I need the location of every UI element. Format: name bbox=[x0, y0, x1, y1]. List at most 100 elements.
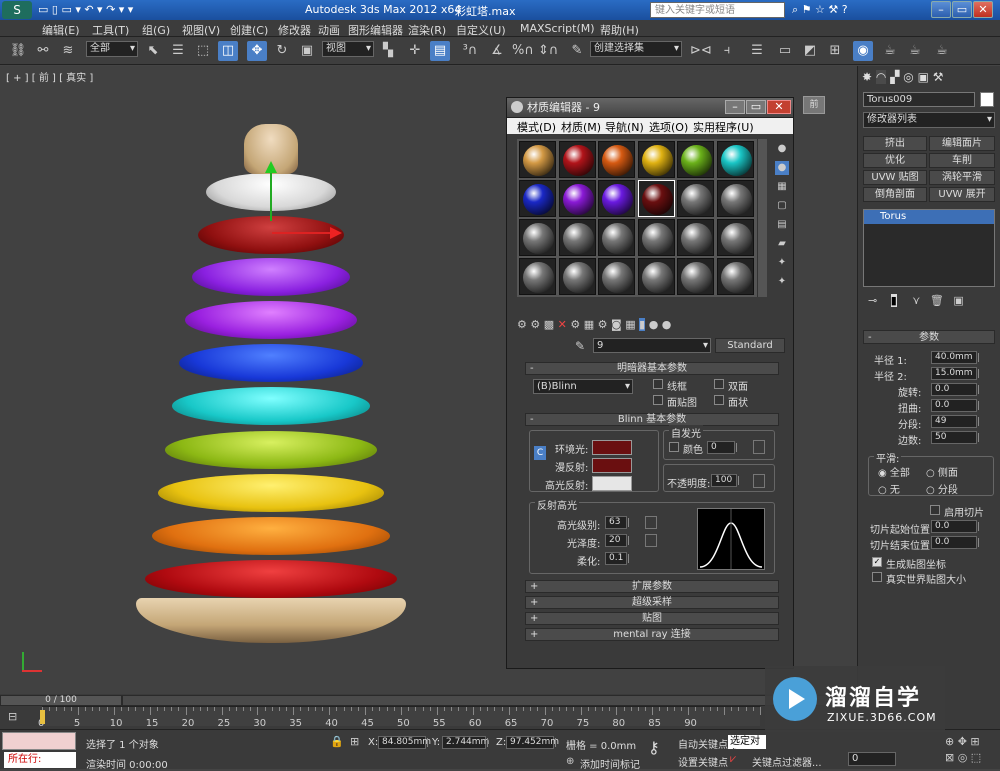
put-to-library-icon[interactable]: ⚙ bbox=[598, 318, 608, 331]
reference-coord-dropdown[interactable]: 视图 bbox=[322, 41, 374, 57]
self-illum-color-checkbox[interactable] bbox=[669, 442, 679, 452]
motion-tab-icon[interactable]: ◎ bbox=[903, 70, 913, 84]
percent-snap-icon[interactable]: %∩ bbox=[512, 41, 534, 61]
menu-edit[interactable]: 编辑(E) bbox=[42, 22, 80, 38]
layer-manager-icon[interactable]: ☰ bbox=[747, 41, 767, 61]
me-scrollbar[interactable] bbox=[757, 139, 767, 297]
assign-to-selection-icon[interactable]: ▩ bbox=[544, 318, 554, 331]
supersampling-rollout[interactable]: + 超级采样 bbox=[525, 596, 779, 609]
bind-space-warp-icon[interactable]: ≋ bbox=[58, 41, 78, 61]
gizmo-x-axis[interactable] bbox=[272, 232, 332, 234]
real-world-checkbox[interactable] bbox=[872, 572, 882, 582]
show-end-result-icon[interactable]: ▮ bbox=[639, 318, 646, 331]
object-name-field[interactable]: Torus009 bbox=[863, 92, 975, 107]
make-unique-stack-icon[interactable]: ⋎ bbox=[912, 294, 920, 307]
specular-color-swatch[interactable] bbox=[592, 476, 632, 491]
search-input[interactable]: 键入关键字或短语 bbox=[650, 2, 785, 18]
align-icon[interactable]: ⫞ bbox=[717, 41, 737, 61]
smooth-segments-radio[interactable]: ○ 分段 bbox=[926, 481, 958, 496]
sample-slot[interactable] bbox=[677, 141, 714, 178]
mini-curve-icon[interactable]: ⊟ bbox=[8, 710, 17, 723]
shader-type-dropdown[interactable]: (B)Blinn bbox=[533, 379, 633, 394]
tower-base[interactable] bbox=[136, 598, 406, 643]
close-button[interactable]: ✕ bbox=[973, 1, 993, 18]
material-editor-window[interactable]: 材质编辑器 - 9 – ▭ ✕ 模式(D) 材质(M) 导航(N) 选项(O) … bbox=[506, 97, 794, 669]
select-by-name-icon[interactable]: ☰ bbox=[168, 41, 188, 61]
go-sibling-icon[interactable]: ● bbox=[662, 318, 672, 331]
menu-graph-editors[interactable]: 图形编辑器 bbox=[348, 22, 403, 38]
slice-on-checkbox[interactable] bbox=[930, 505, 940, 515]
mental-ray-rollout[interactable]: + mental ray 连接 bbox=[525, 628, 779, 641]
video-color-check-icon[interactable]: ▤ bbox=[775, 218, 789, 232]
configure-sets-icon[interactable]: ▣ bbox=[953, 294, 963, 307]
make-unique-icon[interactable]: ▦ bbox=[584, 318, 594, 331]
slice-to-spinner[interactable]: 0.0 bbox=[931, 536, 979, 549]
lock-selection-icon[interactable]: 🔒 bbox=[330, 735, 344, 748]
modifier-btn-edit-patch[interactable]: 编辑面片 bbox=[929, 136, 995, 151]
backlight-icon[interactable]: ● bbox=[775, 161, 789, 175]
rect-select-icon[interactable]: ⬚ bbox=[193, 41, 213, 61]
quick-access-toolbar[interactable]: ▭ ▯ ▭ ▾ ↶ ▾ ↷ ▾ ▾ bbox=[38, 3, 133, 16]
sample-slot[interactable] bbox=[558, 258, 596, 295]
modifier-stack-item-torus[interactable]: Torus bbox=[864, 210, 994, 224]
modifier-btn-turbosmooth[interactable]: 涡轮平滑 bbox=[929, 170, 995, 185]
segments-spinner[interactable]: 49 bbox=[931, 415, 979, 428]
x-coord-field[interactable]: 84.805mm bbox=[378, 736, 431, 749]
ambient-color-swatch[interactable] bbox=[592, 440, 632, 455]
sample-slot[interactable] bbox=[716, 258, 754, 295]
time-slider-track[interactable] bbox=[122, 695, 857, 706]
add-time-tag-icon[interactable]: ⊕ bbox=[566, 756, 574, 767]
sample-type-icon[interactable]: ● bbox=[775, 142, 789, 156]
sample-slot[interactable] bbox=[637, 219, 675, 256]
smooth-none-radio[interactable]: ○ 无 bbox=[878, 481, 900, 496]
pivot-icon[interactable]: ▚ bbox=[378, 41, 398, 61]
gizmo-y-axis[interactable] bbox=[270, 166, 272, 221]
sample-slot[interactable] bbox=[519, 258, 556, 295]
parameters-rollout[interactable]: - 参数 bbox=[863, 330, 995, 344]
twist-spinner[interactable]: 0.0 bbox=[931, 399, 979, 412]
select-object-icon[interactable]: ⬉ bbox=[143, 41, 163, 61]
me-minimize-button[interactable]: – bbox=[725, 100, 745, 114]
angle-snap-icon[interactable]: ∡ bbox=[487, 41, 507, 61]
remove-modifier-icon[interactable]: 🗑 bbox=[930, 294, 944, 307]
unlink-icon[interactable]: ⚯ bbox=[33, 41, 53, 61]
mirror-icon[interactable]: ⊳⊲ bbox=[690, 41, 712, 61]
material-editor-titlebar[interactable]: 材质编辑器 - 9 – ▭ ✕ bbox=[507, 98, 793, 118]
y-coord-field[interactable]: 2.744mm bbox=[442, 736, 489, 749]
menu-customize[interactable]: 自定义(U) bbox=[456, 22, 506, 38]
ring-orange[interactable] bbox=[152, 517, 390, 555]
track-bar[interactable]: 051015202530354045505560657075808590 bbox=[38, 706, 761, 729]
sample-slot[interactable] bbox=[677, 258, 714, 295]
gloss-spinner[interactable]: 20 bbox=[605, 534, 629, 547]
menu-tools[interactable]: 工具(T) bbox=[92, 22, 129, 38]
material-editor-icon[interactable]: ◉ bbox=[853, 41, 873, 61]
link-icon[interactable]: ⛓ bbox=[8, 41, 28, 61]
menu-help[interactable]: 帮助(H) bbox=[600, 22, 639, 38]
pin-stack-icon[interactable]: ⊸ bbox=[868, 294, 877, 307]
self-illum-map-button[interactable] bbox=[753, 440, 765, 454]
blinn-params-rollout[interactable]: - Blinn 基本参数 bbox=[525, 413, 779, 426]
sample-slot[interactable] bbox=[677, 180, 714, 217]
search-tools-icon[interactable]: ⌕ ⚑ ☆ ⚒ ? bbox=[792, 3, 848, 17]
eyedropper-icon[interactable]: ✎ bbox=[575, 339, 585, 353]
gloss-map-button[interactable] bbox=[645, 534, 657, 547]
menu-maxscript[interactable]: MAXScript(M) bbox=[520, 22, 595, 35]
face-map-checkbox[interactable] bbox=[653, 395, 663, 405]
me-close-button[interactable]: ✕ bbox=[767, 100, 791, 114]
radius1-spinner[interactable]: 40.0mm bbox=[931, 351, 979, 364]
edit-named-sel-icon[interactable]: ✎ bbox=[567, 41, 587, 61]
menu-group[interactable]: 组(G) bbox=[142, 22, 170, 38]
sides-spinner[interactable]: 50 bbox=[931, 431, 979, 444]
absolute-mode-icon[interactable]: ⊞ bbox=[350, 735, 359, 748]
spinner-snap-icon[interactable]: ⇕∩ bbox=[538, 41, 558, 61]
spec-level-spinner[interactable]: 63 bbox=[605, 516, 629, 529]
wire-checkbox[interactable] bbox=[653, 379, 663, 389]
put-to-scene-icon[interactable]: ⚙ bbox=[530, 318, 540, 331]
sample-slot[interactable] bbox=[519, 219, 556, 256]
material-name-field[interactable]: 9 bbox=[593, 338, 711, 353]
key-filters-button[interactable]: 关键点过滤器... bbox=[752, 754, 822, 769]
viewport-menu-shade[interactable]: [ 真实 ] bbox=[59, 73, 93, 84]
soften-spinner[interactable]: 0.1 bbox=[605, 552, 629, 565]
sample-slot[interactable] bbox=[598, 180, 635, 217]
key-mode-icon[interactable]: ⚷ bbox=[648, 738, 660, 757]
